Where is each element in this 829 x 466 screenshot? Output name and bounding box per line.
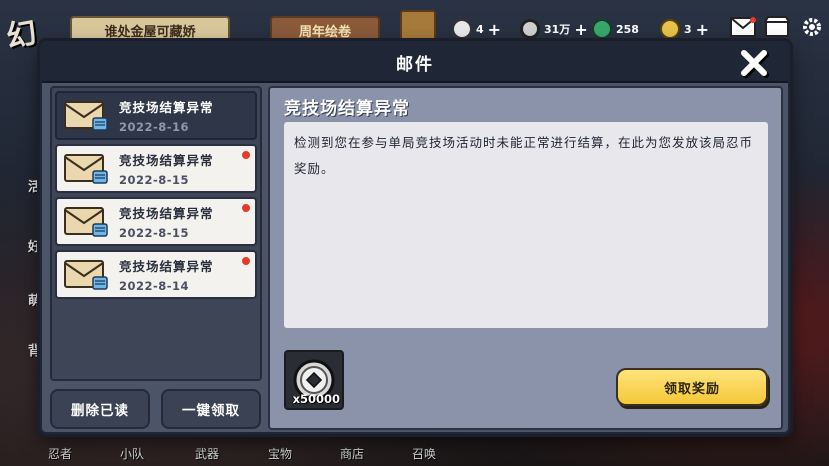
- reward-quantity: x50000: [292, 392, 340, 406]
- nav-shop[interactable]: 商店: [340, 445, 364, 462]
- currency-value: 258: [616, 22, 639, 36]
- claim-all-button[interactable]: 一键领取: [161, 389, 261, 429]
- event-banner-2[interactable]: 周年绘卷: [270, 16, 380, 44]
- envelope-icon: [64, 153, 108, 184]
- mail-date: 2022-8-16: [119, 120, 190, 134]
- mail-detail-title: 竞技场结算异常: [284, 99, 410, 119]
- mail-list[interactable]: 竞技场结算异常 2022-8-16 竞技场结算异常 2022-8-15 竞技场结…: [50, 86, 262, 381]
- mail-date: 2022-8-15: [119, 173, 190, 187]
- unread-dot-icon: [242, 151, 250, 159]
- currency-coin[interactable]: 31万 +: [520, 18, 588, 40]
- mail-subject: 竞技场结算异常: [119, 259, 214, 274]
- unread-dot-icon: [242, 257, 250, 265]
- scroll-icon: [660, 19, 680, 39]
- envelope-icon: [64, 206, 108, 237]
- mail-subject: 竞技场结算异常: [119, 153, 214, 168]
- currency-onigiri[interactable]: 4 +: [452, 18, 501, 40]
- nav-treasure[interactable]: 宝物: [268, 445, 292, 462]
- mail-list-item[interactable]: 竞技场结算异常 2022-8-14: [55, 250, 257, 299]
- mail-list-item[interactable]: 竞技场结算异常 2022-8-15: [55, 197, 257, 246]
- plus-icon[interactable]: +: [574, 20, 587, 39]
- nav-weapon[interactable]: 武器: [195, 445, 219, 462]
- dialog-header: 邮件: [42, 43, 788, 83]
- mail-list-item[interactable]: 竞技场结算异常 2022-8-16: [55, 91, 257, 140]
- bottom-nav: 忍者 小队 武器 宝物 商店 召唤: [0, 440, 829, 466]
- reward-item[interactable]: x50000: [284, 350, 344, 410]
- onigiri-icon: [452, 19, 472, 39]
- nav-ninja[interactable]: 忍者: [48, 445, 72, 462]
- mail-detail-body: 检测到您在参与单局竞技场活动时未能正常进行结算，在此为您发放该局忍币奖励。: [284, 122, 768, 328]
- mail-subject: 竞技场结算异常: [119, 100, 214, 115]
- event-banner-1[interactable]: 谁处金屋可藏娇: [70, 16, 230, 44]
- close-icon: [741, 50, 767, 76]
- envelope-icon: [64, 100, 108, 131]
- mail-date: 2022-8-15: [119, 226, 190, 240]
- mail-list-item[interactable]: 竞技场结算异常 2022-8-15: [55, 144, 257, 193]
- coin-icon: [520, 19, 540, 39]
- envelope-icon: [64, 259, 108, 290]
- mail-detail-panel: 竞技场结算异常 检测到您在参与单局竞技场活动时未能正常进行结算，在此为您发放该局…: [268, 86, 783, 430]
- mail-date: 2022-8-14: [119, 279, 190, 293]
- currency-value: 3: [684, 22, 692, 36]
- jade-icon: [592, 19, 612, 39]
- dialog-title: 邮件: [396, 54, 434, 75]
- mail-icon[interactable]: [728, 14, 758, 40]
- currency-jade[interactable]: 258: [592, 18, 639, 40]
- currency-value: 4: [476, 22, 484, 36]
- nav-team[interactable]: 小队: [120, 445, 144, 462]
- nav-summon[interactable]: 召唤: [412, 445, 436, 462]
- plus-icon[interactable]: +: [696, 20, 709, 39]
- lantern-icon[interactable]: [400, 10, 436, 44]
- shop-icon[interactable]: [762, 14, 792, 40]
- mail-subject: 竞技场结算异常: [119, 206, 214, 221]
- plus-icon[interactable]: +: [488, 20, 501, 39]
- mail-dialog: 邮件 竞技场结算异常 2022-8-16 竞技场结算异常 2022-8-15 竞…: [40, 41, 790, 434]
- currency-value: 31万: [544, 23, 571, 36]
- gear-icon[interactable]: [797, 14, 827, 40]
- close-button[interactable]: [736, 45, 772, 81]
- claim-reward-button[interactable]: 领取奖励: [616, 368, 768, 406]
- currency-scroll[interactable]: 3 +: [660, 18, 709, 40]
- unread-dot-icon: [242, 204, 250, 212]
- delete-read-button[interactable]: 删除已读: [50, 389, 150, 429]
